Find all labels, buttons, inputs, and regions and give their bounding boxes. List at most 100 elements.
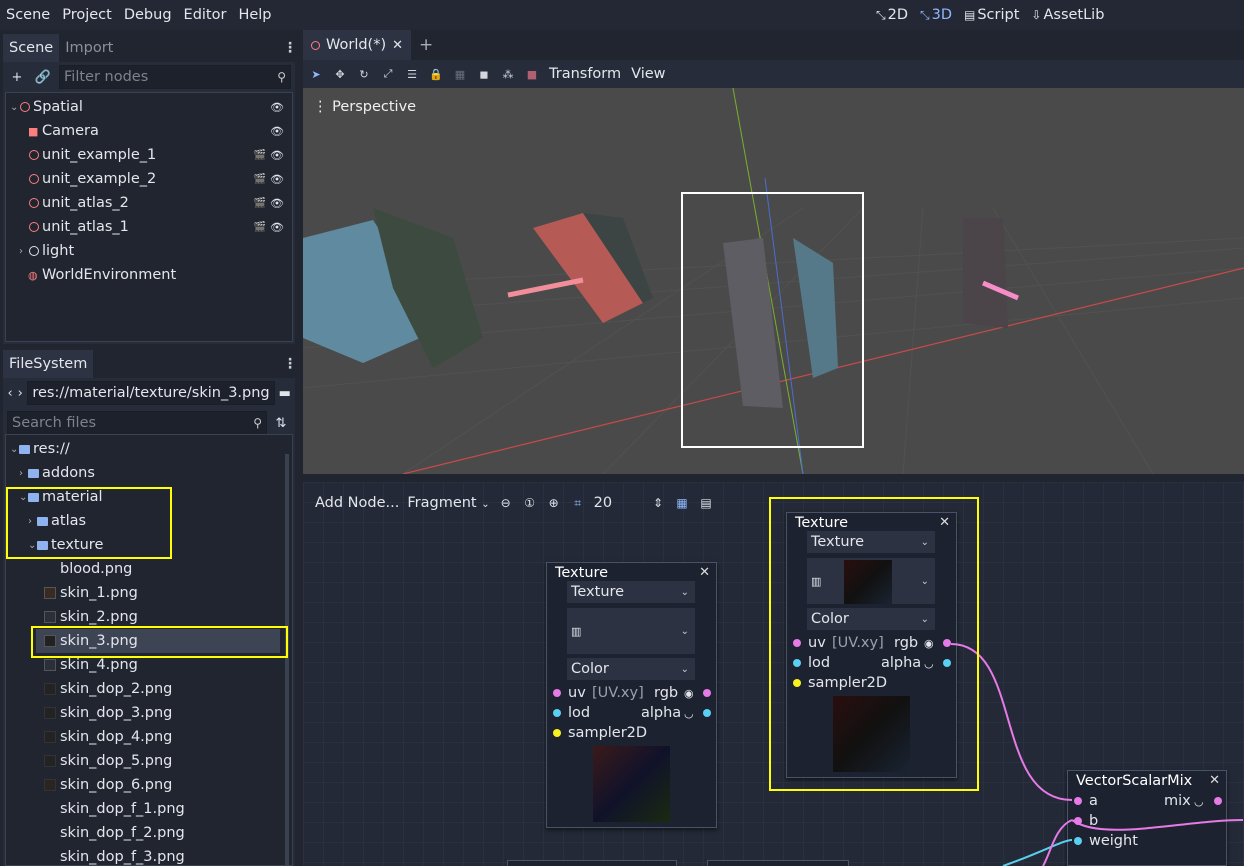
menu-debug[interactable]: Debug <box>118 7 178 23</box>
output-port-mix[interactable] <box>1214 797 1222 805</box>
lock-icon[interactable]: 🔒 <box>429 67 443 81</box>
file-item-addons[interactable]: › addons <box>6 461 292 485</box>
scene-instance-icon[interactable]: 🎬 <box>254 150 266 161</box>
close-icon[interactable]: ✕ <box>699 565 710 580</box>
view-menu[interactable]: View <box>631 66 665 82</box>
new-tab-icon[interactable]: + <box>411 30 441 60</box>
snap-value[interactable]: 20 <box>594 495 612 511</box>
menu-help[interactable]: Help <box>232 7 277 23</box>
sort-icon[interactable]: ⇅ <box>271 413 291 433</box>
add-node-icon[interactable]: + <box>7 67 27 87</box>
port-uv-default[interactable]: [UV.xy] <box>592 685 644 701</box>
file-item-skin-1[interactable]: skin_1.png <box>6 581 292 605</box>
texture-node-1[interactable]: Texture ✕ Texture ⌄ ▥ ⌄ Color ⌄ uv [UV.xy] r… <box>546 562 717 828</box>
texture-type-select[interactable]: Color ⌄ <box>567 658 695 680</box>
filter-nodes-input[interactable]: Filter nodes ⚲ <box>59 65 291 89</box>
tree-node-unit-example-1[interactable]: unit_example_1 🎬 👁 <box>6 143 292 167</box>
input-port-weight[interactable] <box>1074 837 1082 845</box>
file-item-skin-dop-3[interactable]: skin_dop_3.png <box>6 701 292 725</box>
dock-menu-icon[interactable]: ⋮ <box>283 34 297 62</box>
close-icon[interactable]: ✕ <box>1209 773 1220 788</box>
minimap-icon[interactable]: ▦ <box>674 496 690 510</box>
zoom-out-icon[interactable]: ⊖ <box>498 496 514 510</box>
spinner-icon[interactable]: ⇕ <box>650 496 666 510</box>
output-port-rgb[interactable] <box>703 689 711 697</box>
zoom-in-icon[interactable]: ⊕ <box>546 496 562 510</box>
forward-icon[interactable]: › <box>17 383 23 403</box>
path-field[interactable]: res://material/texture/skin_3.png <box>27 381 275 405</box>
split-view-icon[interactable]: ▬ <box>279 383 291 403</box>
close-icon[interactable]: ✕ <box>392 38 403 53</box>
back-icon[interactable]: ‹ <box>7 383 13 403</box>
list-select-icon[interactable]: ☰ <box>405 67 419 81</box>
visibility-eye-icon[interactable]: 👁 <box>270 149 284 162</box>
tree-node-light[interactable]: › light <box>6 239 292 263</box>
search-files-input[interactable]: Search files ⚲ <box>7 411 267 435</box>
input-port-a[interactable] <box>1074 797 1082 805</box>
file-item-blood[interactable]: blood.png <box>6 557 292 581</box>
file-item-skin-dop-f-1[interactable]: skin_dop_f_1.png <box>6 797 292 821</box>
texture-picker[interactable]: ▥ ⌄ <box>567 608 695 654</box>
scale-tool-icon[interactable]: ⤢ <box>381 67 395 81</box>
camera-preview-icon[interactable]: ■ <box>525 67 539 81</box>
transform-menu[interactable]: Transform <box>549 66 621 82</box>
file-item-skin-dop-f-3[interactable]: skin_dop_f_3.png <box>6 845 292 865</box>
menu-scene[interactable]: Scene <box>0 7 56 23</box>
mode-2d-button[interactable]: ⤡ 2D <box>876 7 908 23</box>
input-port-uv[interactable] <box>553 689 561 697</box>
tab-world[interactable]: World(*) ✕ <box>303 30 412 60</box>
mode-script-button[interactable]: ▤ Script <box>964 7 1019 23</box>
3d-viewport[interactable]: ⋮ Perspective <box>303 88 1244 474</box>
input-port-b[interactable] <box>1074 817 1082 825</box>
tree-node-spatial[interactable]: ⌄ Spatial 👁 <box>6 95 292 119</box>
partial-node[interactable] <box>707 860 849 866</box>
tab-filesystem[interactable]: FileSystem <box>3 350 94 378</box>
file-item-root[interactable]: ⌄ res:// <box>6 437 292 461</box>
hidden-eye-icon[interactable]: ◡ <box>684 707 694 720</box>
dock-menu-icon[interactable]: ⋮ <box>283 350 297 378</box>
eye-icon[interactable]: ◉ <box>684 687 694 700</box>
tree-node-unit-atlas-1[interactable]: unit_atlas_1 🎬 👁 <box>6 215 292 239</box>
partial-node[interactable] <box>507 860 677 866</box>
snap-grid-icon[interactable]: ⌗ <box>570 496 586 511</box>
link-icon[interactable]: 🔗 <box>33 67 53 87</box>
scene-instance-icon[interactable]: 🎬 <box>254 198 266 209</box>
input-port-lod[interactable] <box>553 709 561 717</box>
menu-editor[interactable]: Editor <box>178 7 233 23</box>
collapse-arrow-icon[interactable]: ⌄ <box>10 102 20 113</box>
visibility-eye-icon[interactable]: 👁 <box>270 221 284 234</box>
mode-assetlib-button[interactable]: ⇩ AssetLib <box>1031 7 1104 23</box>
move-tool-icon[interactable]: ✥ <box>333 67 347 81</box>
scene-instance-icon[interactable]: 🎬 <box>254 222 266 233</box>
expand-arrow-icon[interactable]: › <box>19 246 29 257</box>
shader-mode-select[interactable]: Fragment ⌄ <box>407 495 489 511</box>
file-item-skin-dop-f-2[interactable]: skin_dop_f_2.png <box>6 821 292 845</box>
hidden-eye-icon[interactable]: ◡ <box>1194 795 1204 808</box>
visibility-eye-icon[interactable]: 👁 <box>270 125 284 138</box>
zoom-reset-icon[interactable]: ① <box>522 496 538 510</box>
vectorscalarmix-node[interactable]: VectorScalarMix ✕ a mix ◡ b weight <box>1067 770 1227 866</box>
file-item-skin-dop-6[interactable]: skin_dop_6.png <box>6 773 292 797</box>
group-icon[interactable]: ▦ <box>453 67 467 81</box>
scene-instance-icon[interactable]: 🎬 <box>254 174 266 185</box>
input-port-sampler[interactable] <box>553 729 561 737</box>
visibility-eye-icon[interactable]: 👁 <box>270 197 284 210</box>
add-node-button[interactable]: Add Node... <box>315 495 399 511</box>
mode-3d-button[interactable]: ⤡ 3D <box>920 7 952 23</box>
tree-node-worldenvironment[interactable]: ◍ WorldEnvironment <box>6 263 292 287</box>
tree-node-camera[interactable]: ■ Camera 👁 <box>6 119 292 143</box>
select-tool-icon[interactable]: ➤ <box>309 67 323 81</box>
tab-scene[interactable]: Scene <box>3 34 60 62</box>
code-preview-icon[interactable]: ▤ <box>698 496 714 510</box>
tree-node-unit-example-2[interactable]: unit_example_2 🎬 👁 <box>6 167 292 191</box>
local-space-icon[interactable]: ◼ <box>477 67 491 81</box>
tab-import[interactable]: Import <box>59 34 119 62</box>
perspective-menu[interactable]: ⋮ Perspective <box>313 99 416 115</box>
output-port-alpha[interactable] <box>703 709 711 717</box>
scrollbar[interactable] <box>285 454 289 866</box>
visual-shader-editor[interactable]: Add Node... Fragment ⌄ ⊖ ① ⊕ ⌗ 20 ⇕ ▦ ▤ … <box>303 482 1244 866</box>
visibility-eye-icon[interactable]: 👁 <box>270 173 284 186</box>
visibility-eye-icon[interactable]: 👁 <box>270 101 284 114</box>
file-item-skin-dop-2[interactable]: skin_dop_2.png <box>6 677 292 701</box>
menu-project[interactable]: Project <box>56 7 118 23</box>
